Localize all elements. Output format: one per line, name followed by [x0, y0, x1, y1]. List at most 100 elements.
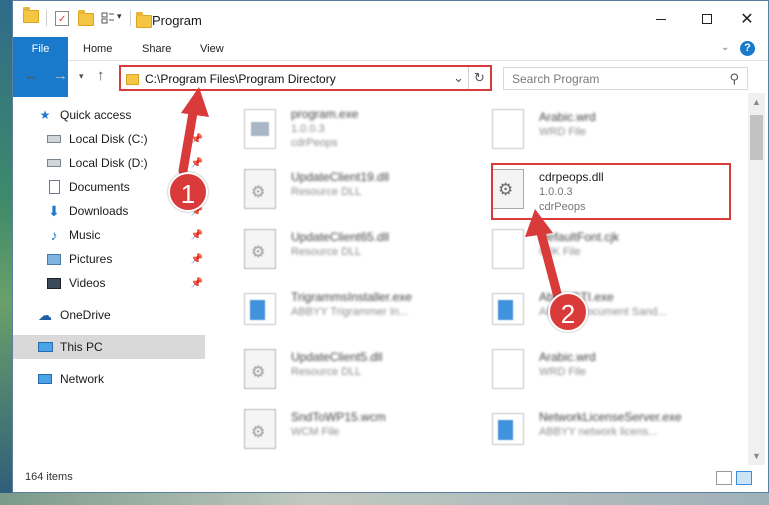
file-detail: Resource DLL	[291, 366, 362, 378]
sidebar-item-videos[interactable]: Videos 📌	[13, 271, 205, 295]
file-item[interactable]: ⚙ UpdateClient19.dll Resource DLL	[228, 159, 463, 219]
sidebar-item-label: Music	[69, 228, 101, 242]
sidebar-item-onedrive[interactable]: ☁ OneDrive	[13, 303, 205, 327]
divider	[130, 10, 131, 26]
file-name: TrigrammsInstaller.exe	[291, 290, 412, 304]
videos-icon	[46, 276, 62, 290]
sidebar-item-label: Quick access	[60, 108, 132, 122]
file-detail: ABBYY Trigrammer In...	[291, 306, 409, 318]
document-icon	[492, 349, 524, 389]
sidebar-item-label: Local Disk (D:)	[69, 156, 148, 170]
file-detail: WRD File	[539, 366, 587, 378]
pin-icon: 📌	[190, 253, 203, 265]
file-name: UpdateClient5.dll	[291, 350, 383, 364]
file-detail: 1.0.0.3	[291, 123, 325, 135]
sidebar-item-local-disk-c[interactable]: Local Disk (C:) 📌	[13, 127, 205, 151]
file-name: program.exe	[291, 107, 359, 121]
search-input[interactable]: Search Program ⚲	[503, 67, 748, 90]
sidebar-item-label: Videos	[69, 276, 106, 290]
sidebar-item-local-disk-d[interactable]: Local Disk (D:) 📌	[13, 151, 205, 175]
document-icon	[492, 109, 524, 149]
file-item[interactable]: Arabic.wrd WRD File	[476, 339, 711, 399]
desktop-background-left	[0, 0, 12, 505]
application-icon	[244, 293, 276, 325]
scroll-up-icon[interactable]: ▲	[748, 97, 765, 107]
chevron-down-icon[interactable]: ▾	[117, 11, 122, 22]
file-detail: Resource DLL	[291, 246, 362, 258]
drive-icon	[46, 132, 62, 146]
status-bar: 164 items	[13, 465, 768, 492]
file-name: UpdateClient65.dll	[291, 230, 390, 244]
pc-icon	[37, 340, 53, 354]
minimize-button[interactable]	[638, 1, 684, 37]
tab-share[interactable]: Share	[130, 37, 183, 61]
recent-locations-icon[interactable]: ▾	[79, 71, 84, 82]
sidebar-item-label: Network	[60, 372, 105, 386]
file-name: NetworkLicenseServer.exe	[539, 410, 682, 424]
file-item[interactable]: NetworkLicenseServer.exe ABBYY network l…	[476, 399, 711, 459]
file-item[interactable]: TrigrammsInstaller.exe ABBYY Trigrammer …	[228, 279, 463, 339]
refresh-icon[interactable]: ↻	[468, 67, 490, 89]
sidebar-item-quick-access[interactable]: ★ Quick access	[13, 103, 205, 127]
file-item[interactable]: DefaultFont.cjk CJK File	[476, 219, 711, 279]
expand-ribbon-icon[interactable]: ⌄	[721, 42, 729, 53]
gear-file-icon: ⚙	[244, 169, 276, 209]
sidebar-item-label: OneDrive	[60, 308, 111, 322]
vertical-scrollbar[interactable]: ▲ ▼	[748, 93, 765, 465]
search-placeholder: Search Program	[512, 72, 600, 86]
forward-arrow-icon[interactable]: →	[53, 67, 68, 84]
details-view-icon[interactable]	[716, 471, 732, 485]
new-folder-icon[interactable]	[78, 10, 94, 26]
navigation-pane: ★ Quick access Local Disk (C:) 📌 Local D…	[13, 97, 205, 465]
onedrive-icon: ☁	[38, 306, 52, 323]
view-options-icon[interactable]	[101, 11, 115, 25]
gear-file-icon: ⚙	[244, 409, 276, 449]
sidebar-item-label: Pictures	[69, 252, 113, 266]
tab-view[interactable]: View	[188, 37, 236, 61]
file-detail: WRD File	[539, 126, 587, 138]
sidebar-item-label: Downloads	[69, 204, 129, 218]
star-icon: ★	[39, 108, 51, 122]
callout-badge-2: 2	[548, 292, 588, 332]
file-detail: CJK File	[539, 246, 581, 258]
chevron-down-icon[interactable]: ⌄	[453, 70, 464, 86]
download-icon: ⬇	[48, 202, 60, 219]
file-name: SndToWP15.wcm	[291, 410, 386, 424]
application-icon	[492, 293, 524, 325]
folder-icon	[126, 74, 139, 85]
ribbon-tabs: File Home Share View ⌄ ?	[13, 37, 768, 97]
file-list: program.exe 1.0.0.3 cdrPeops ⚙ UpdateCli…	[218, 93, 744, 465]
sidebar-item-network[interactable]: Network	[13, 367, 205, 391]
maximize-icon	[702, 14, 712, 24]
exe-file-icon	[244, 109, 276, 149]
sidebar-item-label: Local Disk (C:)	[69, 132, 148, 146]
help-button[interactable]: ?	[740, 41, 755, 56]
file-item[interactable]: ⚙ SndToWP15.wcm WCM File	[228, 399, 463, 459]
divider	[46, 10, 47, 26]
properties-icon[interactable]: ✓	[55, 11, 69, 26]
file-item[interactable]: Arabic.wrd WRD File	[476, 99, 711, 159]
pin-icon: 📌	[190, 277, 203, 289]
close-button[interactable]: ✕	[724, 1, 768, 37]
large-icons-view-icon[interactable]	[736, 471, 752, 485]
scroll-down-icon[interactable]: ▼	[748, 451, 765, 461]
sidebar-item-this-pc[interactable]: This PC	[13, 335, 205, 359]
file-item[interactable]: ⚙ UpdateClient65.dll Resource DLL	[228, 219, 463, 279]
pin-icon: 📌	[190, 133, 203, 145]
sidebar-item-label: This PC	[60, 340, 103, 354]
file-item[interactable]: program.exe 1.0.0.3 cdrPeops	[228, 99, 463, 159]
address-bar[interactable]: C:\Program Files\Program Directory ⌄ ↻	[119, 65, 492, 91]
up-arrow-icon[interactable]: ↑	[97, 67, 105, 84]
close-icon: ✕	[740, 11, 754, 28]
file-item[interactable]: ⚙ UpdateClient5.dll Resource DLL	[228, 339, 463, 399]
back-arrow-icon[interactable]: ←	[24, 67, 39, 84]
network-icon	[37, 372, 53, 386]
title-bar: ✓ ▾ Program ✕	[13, 1, 768, 37]
folder-icon	[136, 12, 152, 28]
tab-home[interactable]: Home	[71, 37, 124, 61]
file-name: Arabic.wrd	[539, 110, 596, 124]
sidebar-item-music[interactable]: ♪ Music 📌	[13, 223, 205, 247]
scrollbar-thumb[interactable]	[750, 115, 763, 160]
file-item[interactable]: AbbyySTI.exe ABBYY Document Sand...	[476, 279, 711, 339]
sidebar-item-pictures[interactable]: Pictures 📌	[13, 247, 205, 271]
